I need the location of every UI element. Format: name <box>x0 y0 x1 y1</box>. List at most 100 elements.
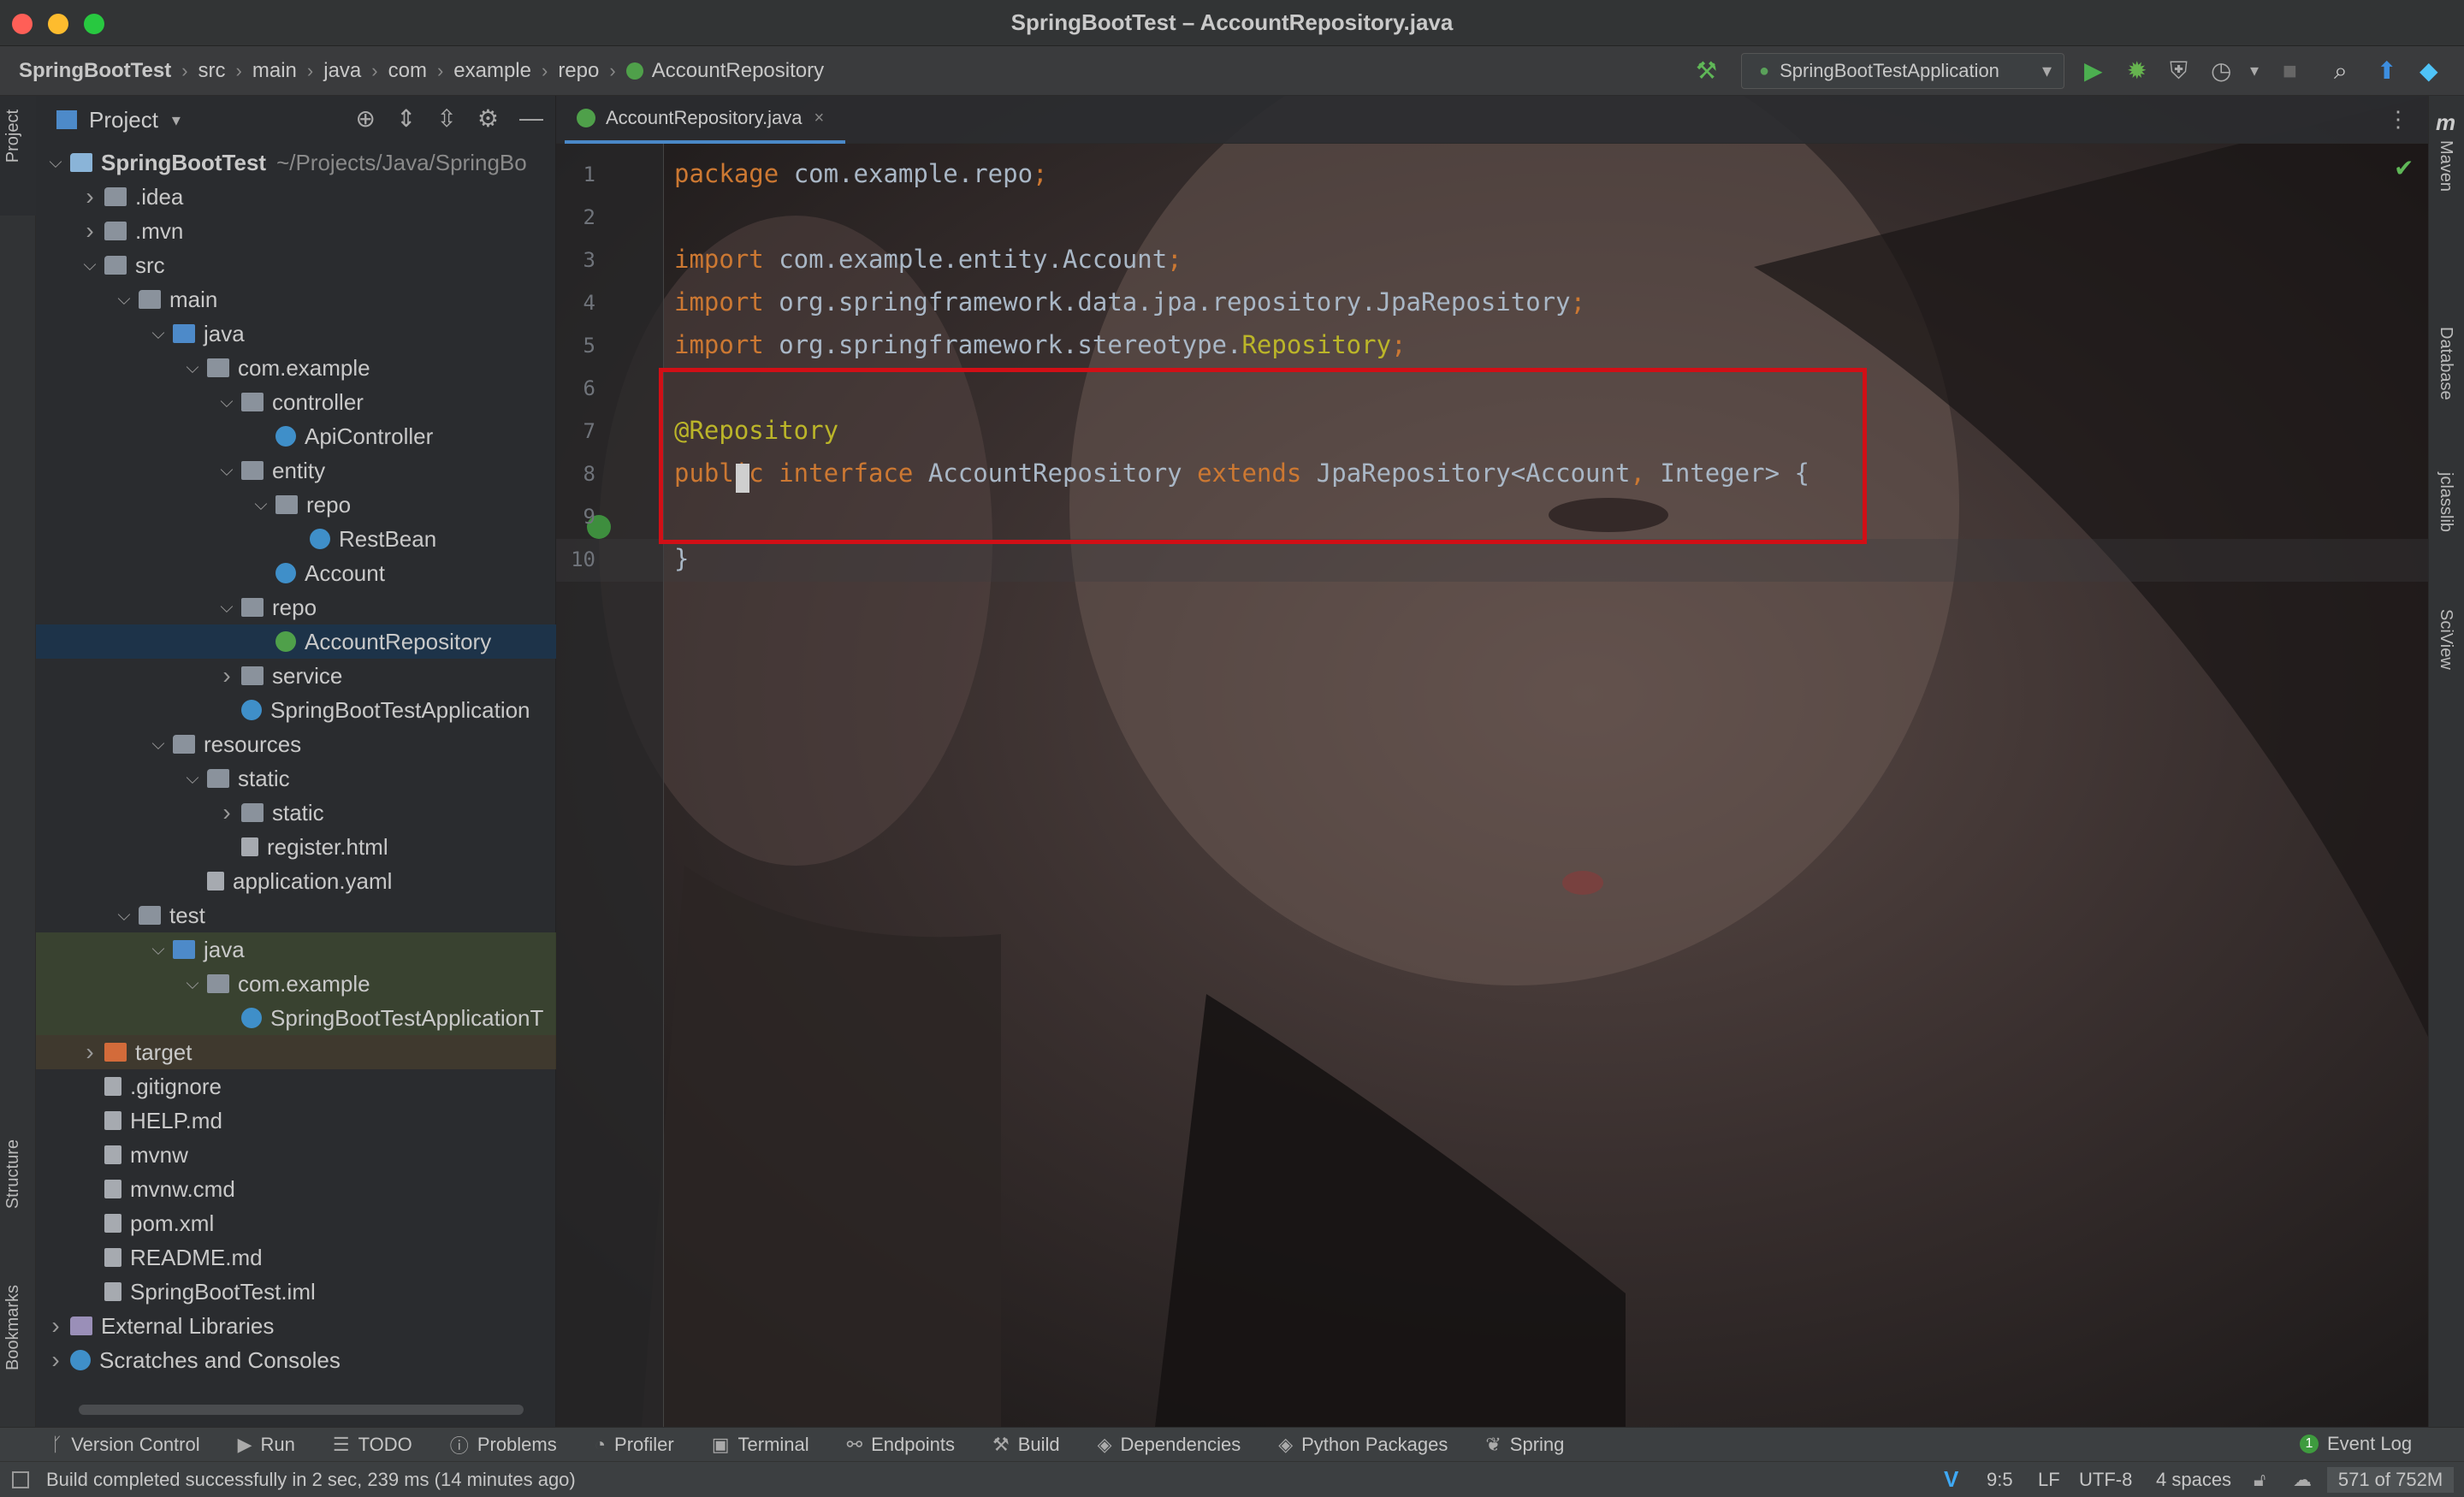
tree-item[interactable]: ⌵ static <box>36 761 556 796</box>
tree-item[interactable]: ⌵ java <box>36 932 556 967</box>
tree-item[interactable]: HELP.md <box>36 1104 556 1138</box>
inspection-icon[interactable]: ☁ <box>2293 1469 2312 1491</box>
chevron-down-icon[interactable]: ⌵ <box>217 393 236 412</box>
tool-window-button[interactable]: ⓘ Problems <box>450 1431 557 1459</box>
chevron-down-icon[interactable]: ⌵ <box>183 358 202 378</box>
tree-item[interactable]: › service <box>36 659 556 693</box>
tree-item[interactable]: ⌵ main <box>36 282 556 317</box>
tree-item[interactable]: ⌵ SpringBootTest ~/Projects/Java/SpringBo <box>36 145 556 180</box>
chevron-down-icon[interactable]: ⌵ <box>183 769 202 789</box>
tab-account-repository[interactable]: AccountRepository.java × <box>565 96 845 144</box>
search-icon[interactable]: ⌕ <box>2334 56 2348 86</box>
project-view-selector[interactable]: Project <box>89 107 158 133</box>
tree-item[interactable]: register.html <box>36 830 556 864</box>
tool-window-button[interactable]: ▶ Run <box>238 1434 295 1456</box>
tree-item[interactable]: .gitignore <box>36 1069 556 1104</box>
bookmarks-tool-tab[interactable]: Bookmarks <box>0 1268 36 1422</box>
tree-item[interactable]: mvnw <box>36 1138 556 1172</box>
event-log-button[interactable]: 1 Event Log <box>2300 1427 2412 1461</box>
tree-item[interactable]: RestBean <box>36 522 556 556</box>
breadcrumb-project[interactable]: SpringBootTest <box>19 59 171 83</box>
tree-item[interactable]: README.md <box>36 1240 556 1275</box>
breadcrumb-item[interactable]: src <box>198 59 226 83</box>
database-tool-tab[interactable]: Database <box>2436 327 2455 400</box>
chevron-down-icon[interactable]: ⌵ <box>149 324 168 344</box>
memory-indicator[interactable]: 571 of 752M <box>2327 1467 2454 1493</box>
code-line[interactable]: package com.example.repo; <box>674 159 1048 188</box>
chevron-down-icon[interactable]: ⌵ <box>149 940 168 960</box>
tree-item[interactable]: ⌵ repo <box>36 488 556 522</box>
zoom-window-button[interactable] <box>84 14 104 34</box>
tool-window-button[interactable]: ᚴ Version Control <box>51 1434 200 1456</box>
tool-window-button[interactable]: ⚯ Endpoints <box>847 1434 955 1456</box>
locate-icon[interactable]: ⊕ <box>355 104 375 133</box>
no-problems-check-icon[interactable]: ✔ <box>2394 154 2414 182</box>
chevron-down-icon[interactable]: ⌵ <box>149 735 168 754</box>
stop-icon[interactable]: ■ <box>2283 56 2297 86</box>
chevron-down-icon[interactable]: ⌵ <box>252 495 270 515</box>
coverage-icon[interactable]: ⛨ <box>2170 56 2188 86</box>
sciview-tool-tab[interactable]: SciView <box>2436 609 2455 670</box>
collapse-all-icon[interactable]: ⇳ <box>436 104 456 133</box>
chevron-down-icon[interactable]: ⌵ <box>217 598 236 618</box>
tree-item[interactable]: application.yaml <box>36 864 556 898</box>
hide-icon[interactable]: — <box>519 104 543 133</box>
tree-item[interactable]: ⌵ com.example <box>36 351 556 385</box>
tool-window-button[interactable]: ◈ Dependencies <box>1098 1434 1241 1456</box>
chevron-right-icon[interactable]: › <box>80 183 99 210</box>
tool-window-button[interactable]: ◔ Profiler <box>595 1434 674 1456</box>
tree-item[interactable]: › static <box>36 796 556 830</box>
build-hammer-icon[interactable]: ⚒ <box>1696 56 1717 86</box>
tree-item[interactable]: ⌵ controller <box>36 385 556 419</box>
gear-icon[interactable]: ⚙ <box>477 104 499 133</box>
update-icon[interactable]: ⬆ <box>2377 56 2396 86</box>
tool-window-button[interactable]: ⚒ Build <box>992 1434 1060 1456</box>
expand-all-icon[interactable]: ⇕ <box>396 104 416 133</box>
toggle-tool-windows-icon[interactable] <box>12 1470 29 1488</box>
debug-icon[interactable]: ✹ <box>2127 56 2147 86</box>
plugin-icon[interactable]: ◆ <box>2420 56 2438 86</box>
tree-item[interactable]: SpringBootTest.iml <box>36 1275 556 1309</box>
more-tabs-icon[interactable]: ⋮ <box>2387 106 2409 133</box>
tool-window-button[interactable]: ☰ TODO <box>333 1434 412 1456</box>
tool-window-button[interactable]: ❦ Spring <box>1485 1434 1564 1456</box>
code-line[interactable]: import org.springframework.data.jpa.repo… <box>674 287 1585 317</box>
chevron-right-icon[interactable]: › <box>46 1346 65 1374</box>
lock-icon[interactable]: 🔓︎ <box>2254 1469 2266 1491</box>
tree-item[interactable]: ⌵ java <box>36 317 556 351</box>
chevron-down-icon[interactable]: ⌵ <box>80 256 99 275</box>
project-tool-tab[interactable]: Project <box>0 96 36 216</box>
tree-item[interactable]: › External Libraries <box>36 1309 556 1343</box>
jclasslib-tool-tab[interactable]: jclasslib <box>2436 472 2455 532</box>
code-line[interactable]: import org.springframework.stereotype.Re… <box>674 330 1407 359</box>
indent-setting[interactable]: 4 spaces <box>2156 1469 2231 1491</box>
close-window-button[interactable] <box>12 14 33 34</box>
tree-item[interactable]: ⌵ entity <box>36 453 556 488</box>
tree-item[interactable]: ⌵ test <box>36 898 556 932</box>
tree-item[interactable]: › .idea <box>36 180 556 214</box>
chevron-down-icon[interactable]: ⌵ <box>115 906 133 926</box>
chevron-right-icon[interactable]: › <box>217 799 236 826</box>
run-icon[interactable]: ▶ <box>2084 56 2103 86</box>
breadcrumb-item[interactable]: repo <box>558 59 599 83</box>
chevron-down-icon[interactable]: ⌵ <box>115 290 133 310</box>
tree-item[interactable]: ApiController <box>36 419 556 453</box>
tool-window-button[interactable]: ▣ Terminal <box>712 1434 809 1456</box>
chevron-down-icon[interactable]: ▾ <box>172 109 181 131</box>
chevron-right-icon[interactable]: › <box>46 1312 65 1340</box>
status-message[interactable]: Build completed successfully in 2 sec, 2… <box>46 1469 576 1491</box>
tree-item[interactable]: mvnw.cmd <box>36 1172 556 1206</box>
breadcrumb-item[interactable]: main <box>252 59 297 83</box>
tool-window-button[interactable]: ◈ Python Packages <box>1278 1434 1448 1456</box>
tree-item[interactable]: SpringBootTestApplicationT <box>36 1001 556 1035</box>
tree-item[interactable]: ⌵ src <box>36 248 556 282</box>
code-line[interactable]: } <box>674 544 689 573</box>
breadcrumb-current[interactable]: AccountRepository <box>652 59 824 83</box>
tree-item[interactable]: › target <box>36 1035 556 1069</box>
breadcrumb-item[interactable]: com <box>388 59 427 83</box>
tree-item[interactable]: pom.xml <box>36 1206 556 1240</box>
chevron-down-icon[interactable]: ⌵ <box>217 461 236 481</box>
code-line[interactable]: import com.example.entity.Account; <box>674 245 1182 274</box>
chevron-down-icon[interactable]: ⌵ <box>46 153 65 173</box>
chevron-right-icon[interactable]: › <box>217 662 236 689</box>
